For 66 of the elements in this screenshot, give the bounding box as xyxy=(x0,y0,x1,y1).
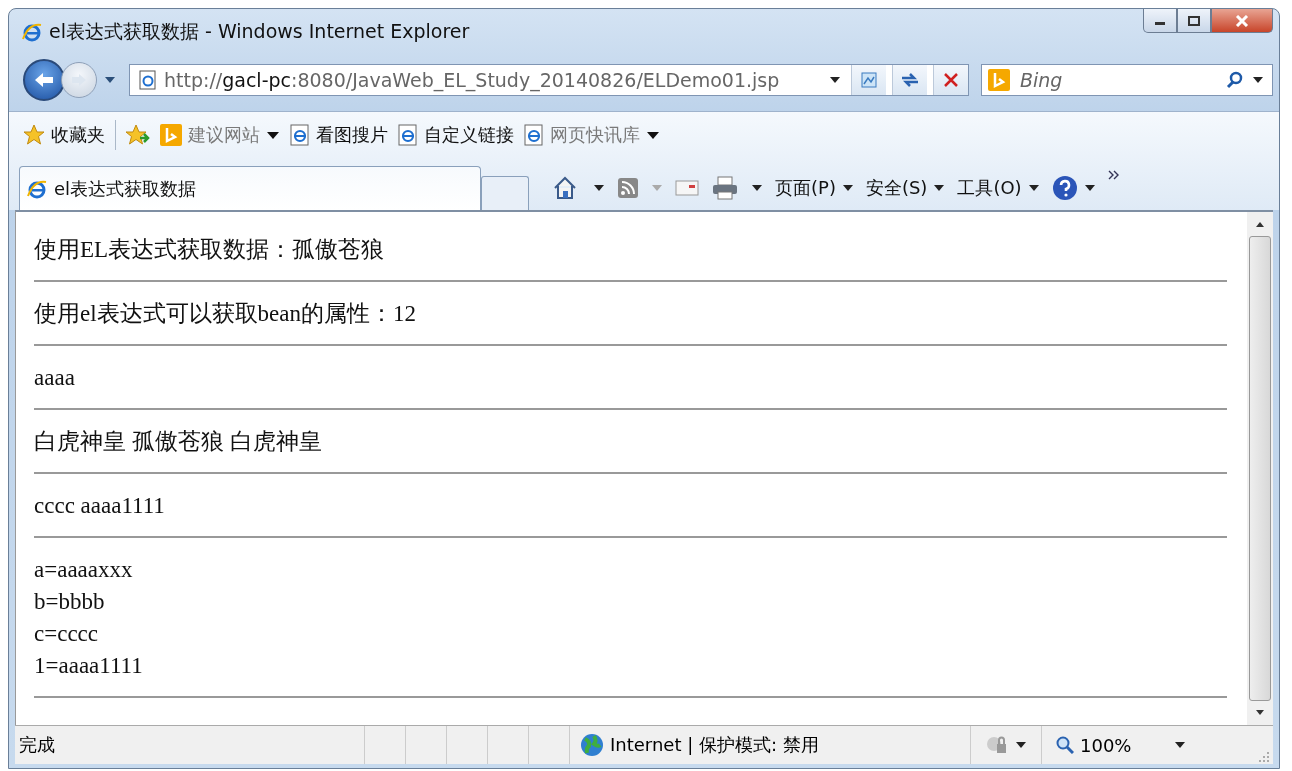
address-field[interactable]: http://gacl-pc:8080/JavaWeb_EL_Study_20140826/ELDemo01.jsp xyxy=(129,64,969,96)
scroll-up-icon[interactable] xyxy=(1255,220,1265,228)
security-zone-text: Internet | 保护模式: 禁用 xyxy=(610,733,819,757)
page-text: cccc aaaa1111 xyxy=(34,492,166,520)
dropdown-icon[interactable] xyxy=(751,184,763,192)
chevron-icon[interactable] xyxy=(1107,170,1120,180)
magnifier-icon xyxy=(1056,736,1074,754)
ie-logo-icon xyxy=(21,21,43,43)
stop-icon[interactable] xyxy=(933,65,968,95)
add-favorite-icon[interactable] xyxy=(126,124,150,146)
refresh-icon[interactable] xyxy=(892,65,927,95)
back-button[interactable] xyxy=(23,59,65,101)
globe-icon xyxy=(580,733,604,757)
printer-icon[interactable] xyxy=(711,176,739,200)
page-icon xyxy=(290,124,310,146)
feed-icon[interactable] xyxy=(617,177,639,199)
page-text: aaaa xyxy=(34,364,76,392)
status-text: 完成 xyxy=(15,726,365,764)
compatibility-view-icon[interactable] xyxy=(851,65,886,95)
page-text: 1=aaaa1111 xyxy=(34,652,144,680)
dropdown-icon[interactable] xyxy=(1015,741,1027,749)
minimize-button[interactable] xyxy=(1143,9,1177,33)
page-text: c=cccc xyxy=(34,620,99,648)
scrollbar-thumb[interactable] xyxy=(1249,236,1271,701)
dropdown-icon xyxy=(1083,184,1096,192)
page-icon xyxy=(398,124,418,146)
page-icon xyxy=(524,124,544,146)
history-dropdown-icon[interactable] xyxy=(103,75,117,85)
favorites-link[interactable]: 自定义链接 xyxy=(398,123,514,147)
page-icon xyxy=(138,70,158,90)
search-icon[interactable] xyxy=(1226,71,1244,89)
scrollbar[interactable] xyxy=(1247,212,1273,725)
dropdown-icon xyxy=(1027,184,1040,192)
dropdown-icon xyxy=(933,184,946,192)
dropdown-icon[interactable] xyxy=(1252,76,1264,84)
page-text: 白虎神皇 孤傲苍狼 白虎神皇 xyxy=(34,428,323,456)
star-icon xyxy=(23,124,45,146)
window-title: el表达式获取数据 - Windows Internet Explorer xyxy=(49,19,470,44)
page-text: 使用EL表达式获取数据：孤傲苍狼 xyxy=(34,236,386,264)
menu-button[interactable]: 工具(O) xyxy=(957,176,1040,200)
page-text: a=aaaaxxx xyxy=(34,556,134,584)
minimize-icon xyxy=(1155,22,1165,25)
maximize-icon xyxy=(1188,15,1200,26)
page-text: b=bbbb xyxy=(34,588,106,616)
bing-logo-icon xyxy=(160,124,182,146)
dropdown-icon[interactable] xyxy=(829,76,841,84)
browser-tab[interactable]: el表达式获取数据 xyxy=(19,166,481,210)
resize-grip-icon[interactable] xyxy=(1257,750,1271,764)
menu-button[interactable]: 页面(P) xyxy=(775,176,854,200)
help-button[interactable] xyxy=(1051,175,1096,201)
dropdown-icon[interactable] xyxy=(593,184,605,192)
close-icon xyxy=(1235,14,1249,27)
favorites-button[interactable]: 收藏夹 xyxy=(23,123,105,147)
page-text: 使用el表达式可以获取bean的属性：12 xyxy=(34,300,417,328)
zoom-button[interactable]: 100% xyxy=(1042,726,1192,764)
maximize-button[interactable] xyxy=(1177,9,1211,33)
menu-button[interactable]: 安全(S) xyxy=(865,176,946,200)
help-icon xyxy=(1051,175,1078,201)
mail-icon[interactable] xyxy=(675,179,699,197)
search-bar[interactable]: Bing xyxy=(981,64,1273,96)
scroll-down-icon[interactable] xyxy=(1255,709,1265,717)
bing-logo-icon xyxy=(988,69,1010,91)
close-button[interactable] xyxy=(1211,9,1273,33)
dropdown-icon xyxy=(1174,741,1186,749)
favorites-link[interactable]: 看图搜片 xyxy=(290,123,388,147)
dropdown-icon xyxy=(841,184,854,192)
